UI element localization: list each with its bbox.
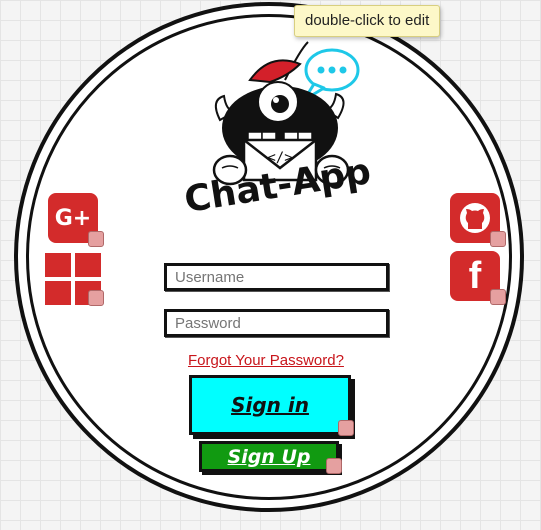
sign-up-button[interactable]: Sign Up xyxy=(199,441,339,472)
facebook-icon: f xyxy=(468,254,482,297)
link-badge-icon xyxy=(88,290,104,306)
edit-tooltip: double-click to edit xyxy=(294,5,441,37)
link-badge-icon xyxy=(490,289,506,305)
link-badge-icon xyxy=(326,458,342,474)
speech-bubble-icon xyxy=(302,48,360,102)
forgot-password-link[interactable]: Forgot Your Password? xyxy=(188,352,344,369)
github-icon xyxy=(460,203,490,233)
link-badge-icon xyxy=(490,231,506,247)
sign-up-label: Sign Up xyxy=(227,445,311,468)
link-badge-icon xyxy=(88,231,104,247)
password-input[interactable] xyxy=(164,309,389,337)
google-plus-icon: G+ xyxy=(54,205,92,231)
username-input[interactable] xyxy=(164,263,389,291)
sign-in-button[interactable]: Sign in xyxy=(189,375,351,435)
sign-in-label: Sign in xyxy=(231,393,309,417)
link-badge-icon xyxy=(338,420,354,436)
